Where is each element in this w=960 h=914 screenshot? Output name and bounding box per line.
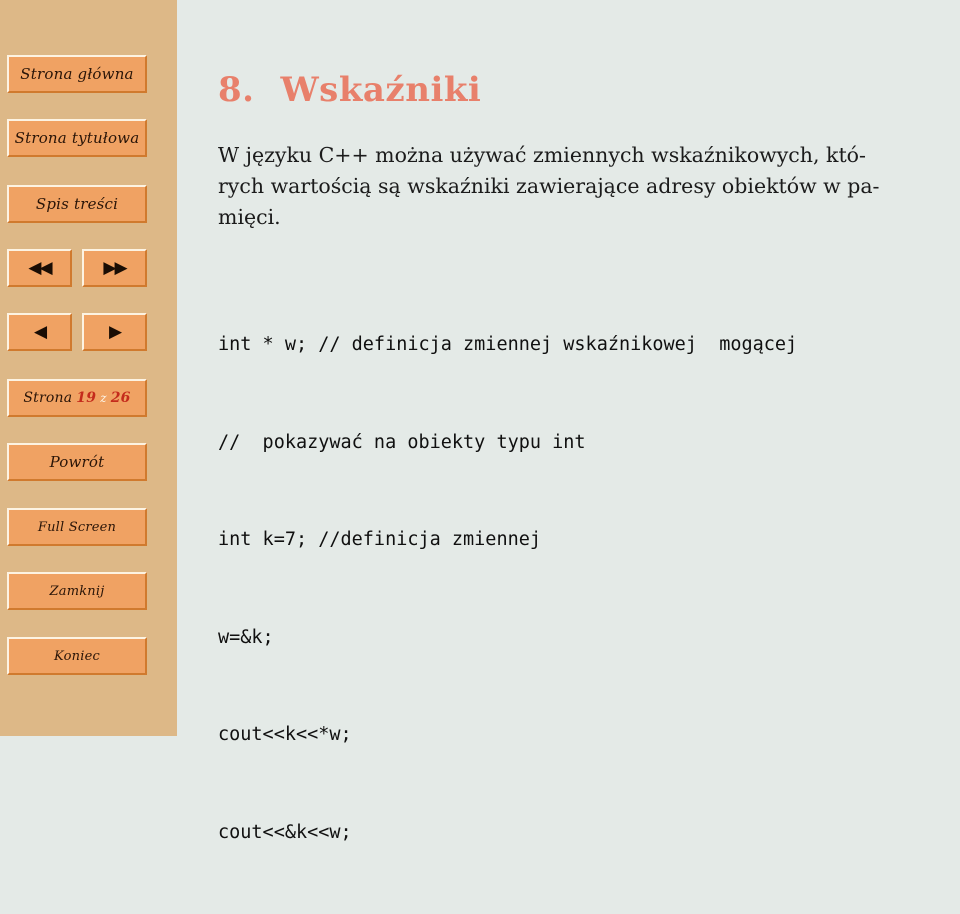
title-page-button-label: Strona tytułowa	[14, 129, 140, 147]
right-arrow-icon: ▶	[108, 321, 122, 342]
code-line: cout<<k<<*w;	[218, 724, 352, 745]
navigation-sidebar: Strona główna Strona tytułowa Spis treśc…	[0, 0, 177, 736]
paragraph-line: mięci.	[218, 205, 281, 229]
close-button[interactable]: Zamknij	[7, 572, 147, 610]
slide-content: 8. Wskaźniki W języku C++ można używać zm…	[177, 0, 960, 843]
page-indicator-label: Strona 19 z 26	[23, 390, 130, 406]
last-page-button[interactable]: ▶▶	[82, 249, 147, 287]
double-right-arrow-icon: ▶▶	[103, 257, 127, 278]
home-button[interactable]: Strona główna	[7, 55, 147, 93]
code-line: // pokazywać na obiekty typu int	[218, 431, 586, 453]
end-button[interactable]: Koniec	[7, 637, 147, 675]
previous-page-button[interactable]: ◀	[7, 313, 72, 351]
first-page-button[interactable]: ◀◀	[7, 249, 72, 287]
code-line: cout<<&k<<w;	[218, 821, 352, 843]
double-left-arrow-icon: ◀◀	[28, 257, 52, 278]
page-indicator-current: 19	[76, 390, 97, 406]
code-listing: int * w; // definicja zmiennej wskaźniko…	[218, 264, 797, 914]
back-button-label: Powrót	[49, 453, 105, 471]
table-of-contents-button-label: Spis treści	[35, 195, 119, 213]
close-button-label: Zamknij	[49, 583, 105, 599]
page-indicator-prefix: Strona	[23, 390, 73, 406]
code-line: int k=7; //definicja zmiennej	[218, 529, 542, 550]
fullscreen-button-label: Full Screen	[37, 519, 117, 535]
table-of-contents-button[interactable]: Spis treści	[7, 185, 147, 223]
paragraph-line: rych wartością są wskaźniki zawierające …	[218, 174, 880, 198]
slide-heading: 8. Wskaźniki	[218, 70, 481, 110]
page-indicator-separator: z	[100, 391, 107, 405]
home-button-label: Strona główna	[20, 65, 134, 83]
back-button[interactable]: Powrót	[7, 443, 147, 481]
body-paragraph: W języku C++ można używać zmiennych wska…	[218, 140, 946, 233]
next-page-button[interactable]: ▶	[82, 313, 147, 351]
page-indicator-total: 26	[110, 390, 131, 406]
left-arrow-icon: ◀	[33, 321, 47, 342]
end-button-label: Koniec	[54, 648, 100, 664]
fullscreen-button[interactable]: Full Screen	[7, 508, 147, 546]
paragraph-line: W języku C++ można używać zmiennych wska…	[218, 143, 866, 167]
title-page-button[interactable]: Strona tytułowa	[7, 119, 147, 157]
code-line: w=&k;	[218, 626, 274, 648]
code-line: int * w; // definicja zmiennej wskaźniko…	[218, 334, 798, 355]
slide-heading-number: 8.	[218, 70, 255, 110]
page-indicator[interactable]: Strona 19 z 26	[7, 379, 147, 417]
presentation-slide: Strona główna Strona tytułowa Spis treśc…	[0, 0, 960, 843]
slide-heading-text: Wskaźniki	[280, 70, 482, 110]
